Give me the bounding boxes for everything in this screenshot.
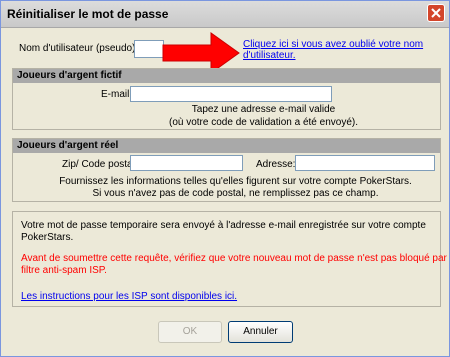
forgot-username-link-cont[interactable]: d'utilisateur. — [243, 50, 296, 61]
email-hint-line1: Tapez une adresse e-mail valide — [191, 104, 336, 115]
ok-button[interactable]: OK — [158, 321, 222, 343]
address-input[interactable] — [295, 155, 435, 171]
title-bar: Réinitialiser le mot de passe — [1, 1, 449, 28]
cancel-button[interactable]: Annuler — [228, 321, 293, 343]
spam-warning-line2: filtre anti-spam ISP. — [21, 265, 107, 276]
close-button[interactable] — [427, 4, 445, 22]
spam-warning-line1: Avant de soumettre cette requête, vérifi… — [21, 253, 450, 264]
address-label: Adresse: — [256, 159, 296, 170]
section-play-money: Joueurs d'argent fictif E-mail: Tapez un… — [12, 68, 441, 130]
section-real-money-header: Joueurs d'argent réel — [13, 139, 440, 153]
zip-input[interactable] — [130, 155, 243, 171]
info-panel: Votre mot de passe temporaire sera envoy… — [12, 211, 450, 307]
zip-label: Zip/ Code postal: — [62, 159, 138, 170]
section-play-money-header: Joueurs d'argent fictif — [13, 69, 440, 83]
username-label: Nom d'utilisateur (pseudo): — [19, 43, 139, 54]
email-hint-line2: (où votre code de validation a été envoy… — [168, 117, 358, 128]
reset-password-dialog: Réinitialiser le mot de passe Nom d'util… — [0, 0, 450, 357]
username-input[interactable] — [134, 40, 164, 58]
real-money-hint-line2: Si vous n'avez pas de code postal, ne re… — [92, 188, 379, 199]
email-input[interactable] — [130, 86, 332, 102]
window-title: Réinitialiser le mot de passe — [7, 7, 169, 21]
info-text-line2: PokerStars. — [21, 232, 74, 243]
info-text-line1: Votre mot de passe temporaire sera envoy… — [21, 220, 426, 231]
isp-instructions-link[interactable]: Les instructions pour les ISP sont dispo… — [21, 291, 237, 302]
forgot-username-link[interactable]: Cliquez ici si vous avez oublié votre no… — [243, 39, 423, 50]
close-icon — [431, 8, 441, 18]
section-real-money: Joueurs d'argent réel Zip/ Code postal: … — [12, 138, 441, 202]
email-label: E-mail: — [101, 89, 133, 100]
